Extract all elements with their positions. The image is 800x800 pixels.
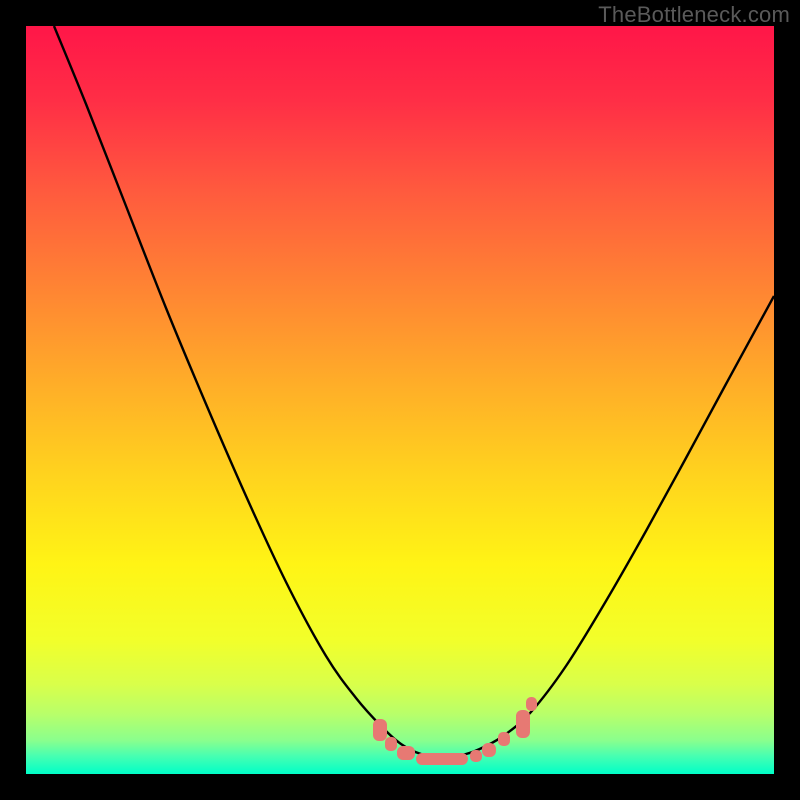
marker-point [498, 732, 510, 746]
marker-point [516, 710, 530, 738]
marker-point [526, 697, 537, 711]
marker-point [470, 750, 482, 762]
marker-point [416, 753, 468, 765]
chart-svg [26, 26, 774, 774]
outer-frame: TheBottleneck.com [0, 0, 800, 800]
gradient-background [26, 26, 774, 774]
marker-point [373, 719, 387, 741]
plot-area [26, 26, 774, 774]
watermark-text: TheBottleneck.com [598, 2, 790, 28]
marker-point [397, 746, 415, 760]
marker-point [385, 737, 397, 751]
marker-point [482, 743, 496, 757]
